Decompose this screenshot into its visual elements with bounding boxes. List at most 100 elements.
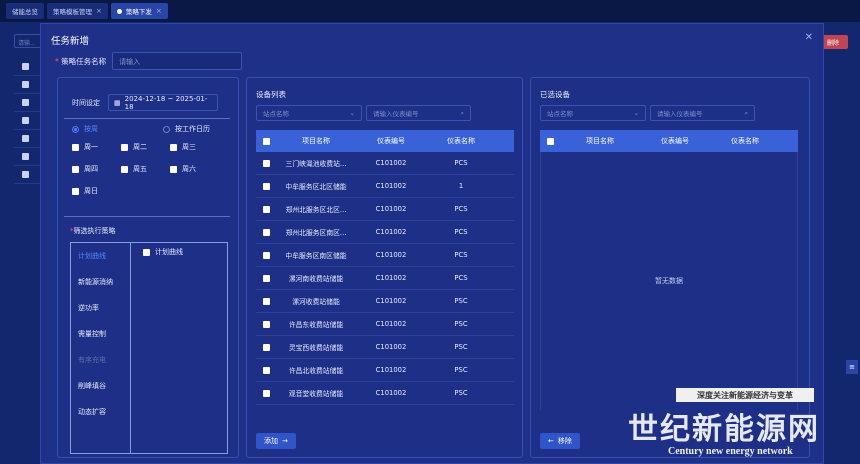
column-header: 仪表名称: [447, 137, 475, 145]
row-checkbox[interactable]: [22, 81, 29, 88]
chevron-down-icon: ⌄: [633, 109, 639, 117]
column-header: 仪表编号: [661, 137, 689, 145]
strategy-item[interactable]: 需量控制: [71, 321, 130, 347]
row-checkbox[interactable]: [22, 135, 29, 142]
checkbox-icon: [170, 165, 177, 173]
row-checkbox-cell: [256, 343, 276, 351]
row-checkbox-cell: [256, 366, 276, 374]
table-cell: PSC: [454, 320, 468, 328]
radio-workday[interactable]: 按工作日历: [163, 124, 210, 134]
column-header: 仪表编号: [377, 137, 405, 145]
row-checkbox[interactable]: [262, 343, 270, 351]
settings-toggle-icon[interactable]: ≡: [846, 360, 858, 374]
tab-storage-overview[interactable]: 储能总览: [6, 3, 44, 19]
close-icon[interactable]: ✕: [805, 32, 813, 43]
strategy-item[interactable]: 新能源消纳: [71, 269, 130, 295]
tab-strategy-template[interactable]: 策略模板管理 ×: [47, 3, 108, 19]
day-checkbox-fri[interactable]: 周五: [121, 164, 147, 174]
table-row[interactable]: 观音堂收费站储能 C101002 PSC: [256, 382, 514, 405]
day-label: 周一: [84, 143, 98, 151]
header-checkbox-cell: [256, 137, 276, 145]
strategy-option-checkbox[interactable]: 计划曲线: [143, 247, 183, 257]
day-checkbox-wed[interactable]: 周三: [170, 142, 196, 152]
day-checkbox-mon[interactable]: 周一: [72, 142, 98, 152]
row-checkbox[interactable]: [262, 205, 270, 213]
strategy-item[interactable]: 计划曲线: [71, 243, 130, 269]
selected-table: 项目名称 仪表编号 仪表名称: [540, 130, 798, 152]
strategy-item[interactable]: 逆功率: [71, 295, 130, 321]
radio-week[interactable]: 按周: [72, 124, 98, 134]
table-row[interactable]: 许昌北收费站储能 C101002 PSC: [256, 359, 514, 382]
row-checkbox-cell: [256, 228, 276, 236]
search-icon[interactable]: ⌕: [460, 109, 464, 118]
table-row[interactable]: 中牟服务区南区储能 C101002 PCS: [256, 244, 514, 267]
table-cell: 灵宝西收费站储能: [288, 344, 344, 352]
instrument-search-input[interactable]: 请输入仪表编号 ⌕: [366, 105, 471, 121]
row-checkbox-cell: [256, 389, 276, 397]
row-checkbox[interactable]: [262, 159, 270, 167]
column-header: 项目名称: [302, 137, 330, 145]
close-icon[interactable]: ×: [96, 7, 102, 15]
strategy-item[interactable]: 动态扩容: [71, 399, 130, 425]
row-checkbox[interactable]: [22, 117, 29, 124]
row-checkbox[interactable]: [22, 99, 29, 106]
row-checkbox[interactable]: [22, 171, 29, 178]
row-checkbox[interactable]: [262, 182, 270, 190]
table-cell: PSC: [454, 297, 468, 305]
row-checkbox[interactable]: [262, 389, 270, 397]
table-cell: C101002: [375, 274, 407, 282]
table-cell: PSC: [454, 343, 468, 351]
station-select-placeholder: 站点名称: [263, 110, 289, 118]
select-all-checkbox[interactable]: [546, 137, 554, 145]
table-row[interactable]: 郑州北服务区北区... C101002 PCS: [256, 198, 514, 221]
instrument-placeholder: 请输入仪表编号: [657, 110, 703, 118]
row-checkbox[interactable]: [262, 297, 270, 305]
add-button[interactable]: 添加 →: [256, 433, 296, 449]
table-row[interactable]: 灵宝西收费站储能 C101002 PSC: [256, 336, 514, 359]
arrow-left-icon: ←: [548, 437, 554, 445]
table-row[interactable]: 漯河南收费站储能 C101002 PCS: [256, 267, 514, 290]
remove-button-label: 移除: [557, 437, 572, 445]
station-select[interactable]: 站点名称 ⌄: [540, 105, 646, 121]
row-checkbox[interactable]: [262, 251, 270, 259]
search-icon[interactable]: ⌕: [744, 109, 748, 118]
table-cell: PCS: [454, 205, 468, 213]
date-range-picker[interactable]: ▦ 2024-12-18 ~ 2025-01-18: [108, 94, 218, 111]
checkbox-icon: [170, 143, 177, 151]
row-checkbox[interactable]: [262, 274, 270, 282]
instrument-placeholder: 请输入仪表编号: [373, 110, 419, 118]
table-row[interactable]: 三门峡渑池收费站... C101002 PCS: [256, 152, 514, 175]
day-checkbox-sun[interactable]: 周日: [72, 186, 98, 196]
table-row[interactable]: 郑州北服务区南区... C101002 PCS: [256, 221, 514, 244]
tab-strategy-dispatch[interactable]: 策略下发 ×: [110, 3, 168, 19]
calendar-icon: ▦: [114, 98, 121, 107]
instrument-search-input[interactable]: 请输入仪表编号 ⌕: [650, 105, 755, 121]
day-checkbox-sat[interactable]: 周六: [170, 164, 196, 174]
row-checkbox[interactable]: [22, 63, 29, 70]
day-checkbox-tue[interactable]: 周二: [121, 142, 147, 152]
close-icon[interactable]: ×: [156, 7, 162, 15]
table-row[interactable]: 许昌东收费站储能 C101002 PSC: [256, 313, 514, 336]
row-checkbox[interactable]: [262, 366, 270, 374]
day-label: 周三: [182, 143, 196, 151]
table-cell: C101002: [375, 251, 407, 259]
select-all-checkbox[interactable]: [262, 137, 270, 145]
remove-button[interactable]: ← 移除: [540, 433, 580, 449]
table-row[interactable]: 中牟服务区北区储能 C101002 1: [256, 175, 514, 198]
checkbox-icon: [121, 165, 128, 173]
station-select[interactable]: 站点名称 ⌄: [256, 105, 362, 121]
task-name-input[interactable]: 请输入: [112, 52, 243, 70]
checkbox-icon: [72, 143, 79, 151]
table-cell: PSC: [454, 389, 468, 397]
day-checkbox-thu[interactable]: 周四: [72, 164, 98, 174]
row-checkbox[interactable]: [262, 228, 270, 236]
table-row[interactable]: 漯河收费站储能 C101002 PSC: [256, 290, 514, 313]
table-cell: 中牟服务区南区储能: [285, 252, 347, 260]
checkbox-icon: [143, 248, 150, 256]
table-header: 项目名称 仪表编号 仪表名称: [540, 130, 798, 152]
radio-workday-label: 按工作日历: [175, 125, 210, 133]
row-checkbox[interactable]: [22, 153, 29, 160]
table-cell: PSC: [454, 366, 468, 374]
strategy-item[interactable]: 削峰填谷: [71, 373, 130, 399]
row-checkbox[interactable]: [262, 320, 270, 328]
